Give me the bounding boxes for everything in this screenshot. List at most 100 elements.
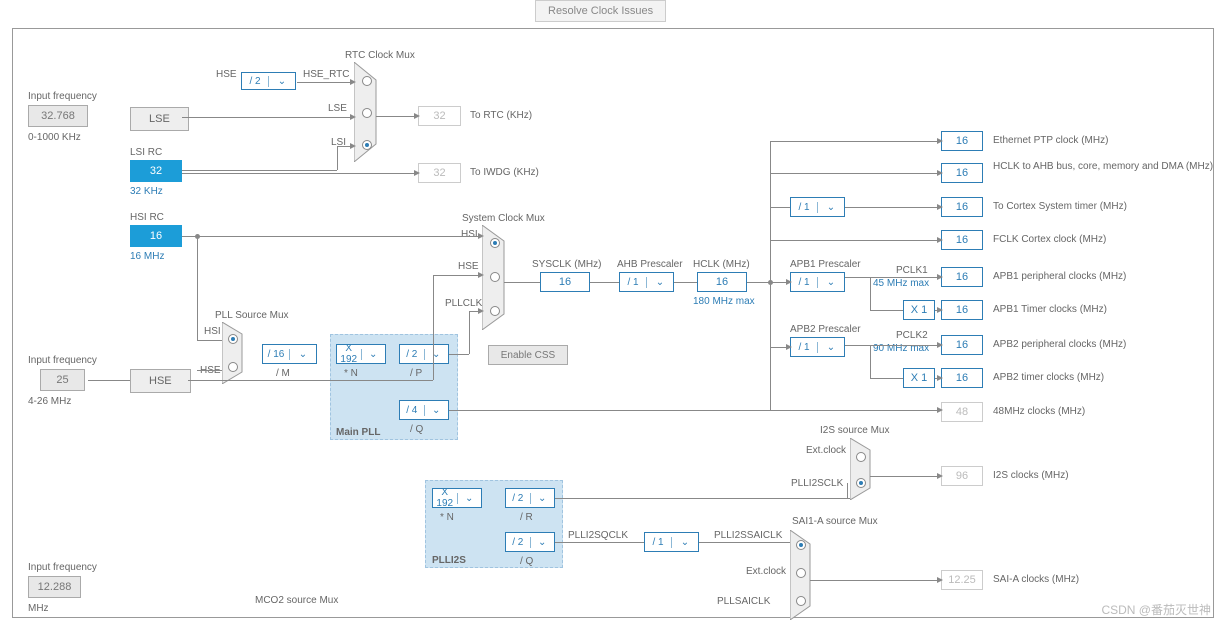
lse-freq-title: Input frequency bbox=[28, 91, 97, 102]
sysclk-radio-hse[interactable] bbox=[490, 272, 500, 282]
out-fclk-val: 16 bbox=[941, 230, 983, 250]
hse-source[interactable]: HSE bbox=[130, 369, 191, 393]
out-usb-val: 48 bbox=[941, 402, 983, 422]
hse-freq-title: Input frequency bbox=[28, 355, 97, 366]
sai-radio-3[interactable] bbox=[796, 596, 806, 606]
watermark: CSDN @番茄灭世神 bbox=[1101, 601, 1211, 618]
lse-source[interactable]: LSE bbox=[130, 107, 189, 131]
mainpll-p[interactable]: / 2⌄ bbox=[399, 344, 449, 364]
rtc-lse-lbl: LSE bbox=[328, 103, 347, 114]
apb2-mult: X 1 bbox=[903, 368, 935, 388]
toolbar: Resolve Clock Issues bbox=[0, 0, 1229, 28]
out-systick-lbl: To Cortex System timer (MHz) bbox=[993, 201, 1127, 212]
pllsrc-mux-shape bbox=[222, 322, 250, 384]
pllsrc-radio-hsi[interactable] bbox=[228, 334, 238, 344]
rtc-radio-hse[interactable] bbox=[362, 76, 372, 86]
sysclk-hse: HSE bbox=[458, 261, 479, 272]
rtc-mux-title: RTC Clock Mux bbox=[345, 50, 415, 61]
out-sai-lbl: SAI-A clocks (MHz) bbox=[993, 574, 1079, 585]
sai-radio-2[interactable] bbox=[796, 568, 806, 578]
sysclk-radio-pll[interactable] bbox=[490, 306, 500, 316]
hsi-note: 16 MHz bbox=[130, 251, 164, 262]
resolve-clock-issues-button[interactable]: Resolve Clock Issues bbox=[535, 0, 666, 22]
plli2s-n[interactable]: X 192⌄ bbox=[432, 488, 482, 508]
lsi-rc-label: LSI RC bbox=[130, 147, 162, 158]
sai-ext: Ext.clock bbox=[746, 566, 786, 577]
mainpll-n[interactable]: X 192⌄ bbox=[336, 344, 386, 364]
systick-div[interactable]: / 1⌄ bbox=[790, 197, 845, 217]
rtc-radio-lse[interactable] bbox=[362, 108, 372, 118]
apb2-pclk: PCLK2 bbox=[896, 330, 928, 341]
hclk-max: 180 MHz max bbox=[693, 296, 755, 307]
rtc-hse-lbl: HSE bbox=[216, 69, 237, 80]
out-fclk-lbl: FCLK Cortex clock (MHz) bbox=[993, 234, 1106, 245]
pllsrc-radio-hse[interactable] bbox=[228, 362, 238, 372]
sai-div[interactable]: / 1⌄ bbox=[644, 532, 699, 552]
out-apb2t-lbl: APB2 timer clocks (MHz) bbox=[993, 372, 1104, 383]
rtc-out-lbl: To RTC (KHz) bbox=[470, 110, 532, 121]
hsi-val: 16 bbox=[130, 225, 182, 247]
out-eth-val: 16 bbox=[941, 131, 983, 151]
sai-radio-1[interactable] bbox=[796, 540, 806, 550]
apb1-pclk: PCLK1 bbox=[896, 265, 928, 276]
pllsrc-title: PLL Source Mux bbox=[215, 310, 289, 321]
iwdg-out-val: 32 bbox=[418, 163, 461, 183]
out-systick-val: 16 bbox=[941, 197, 983, 217]
lsi-note: 32 KHz bbox=[130, 186, 163, 197]
apb2-div[interactable]: / 1⌄ bbox=[790, 337, 845, 357]
plli2s-q[interactable]: / 2⌄ bbox=[505, 532, 555, 552]
out-apb1t-val: 16 bbox=[941, 300, 983, 320]
lsi-val: 32 bbox=[130, 160, 182, 182]
i2smux-shape bbox=[850, 438, 878, 500]
i2smux-pll: PLLI2SCLK bbox=[791, 478, 843, 489]
out-hclk-val: 16 bbox=[941, 163, 983, 183]
sai-pllsai: PLLSAICLK bbox=[717, 596, 770, 607]
i2smux-ext: Ext.clock bbox=[806, 445, 846, 456]
mainpll-q[interactable]: / 4⌄ bbox=[399, 400, 449, 420]
out-i2s-val: 96 bbox=[941, 466, 983, 486]
ahb-div[interactable]: / 1⌄ bbox=[619, 272, 674, 292]
out-apb1t-lbl: APB1 Timer clocks (MHz) bbox=[993, 304, 1107, 315]
sysclk-mux-title: System Clock Mux bbox=[462, 213, 545, 224]
rtc-out-val: 32 bbox=[418, 106, 461, 126]
out-eth-lbl: Ethernet PTP clock (MHz) bbox=[993, 135, 1108, 146]
hse-rtc-lbl: HSE_RTC bbox=[303, 69, 350, 80]
i2smux-radio-ext[interactable] bbox=[856, 452, 866, 462]
plli2s-r-lbl: / R bbox=[520, 512, 533, 523]
apb1-div[interactable]: / 1⌄ bbox=[790, 272, 845, 292]
apb1-title: APB1 Prescaler bbox=[790, 259, 861, 270]
out-hclk-lbl: HCLK to AHB bus, core, memory and DMA (M… bbox=[993, 161, 1133, 172]
plli2s-r[interactable]: / 2⌄ bbox=[505, 488, 555, 508]
hse-freq-range: 4-26 MHz bbox=[28, 396, 71, 407]
out-usb-lbl: 48MHz clocks (MHz) bbox=[993, 406, 1085, 417]
plli2s-title: PLLI2S bbox=[432, 555, 466, 566]
apb1-mult: X 1 bbox=[903, 300, 935, 320]
mco2-title: MCO2 source Mux bbox=[255, 595, 338, 606]
out-i2s-lbl: I2S clocks (MHz) bbox=[993, 470, 1069, 481]
mainpll-p-lbl: / P bbox=[410, 368, 422, 379]
out-apb1p-val: 16 bbox=[941, 267, 983, 287]
iwdg-out-lbl: To IWDG (KHz) bbox=[470, 167, 539, 178]
i2smux-title: I2S source Mux bbox=[820, 425, 889, 436]
lse-freq-value[interactable]: 32.768 bbox=[28, 105, 88, 127]
hclk-lbl: HCLK (MHz) bbox=[693, 259, 750, 270]
sysclk-radio-hsi[interactable] bbox=[490, 238, 500, 248]
enable-css-button[interactable]: Enable CSS bbox=[488, 345, 568, 365]
plli2s-q-lbl: / Q bbox=[520, 556, 533, 567]
pllsrc-m[interactable]: / 16⌄ bbox=[262, 344, 317, 364]
hse-freq-value[interactable]: 25 bbox=[40, 369, 85, 391]
saimux-title: SAI1-A source Mux bbox=[792, 516, 878, 527]
hclk-val: 16 bbox=[697, 272, 747, 292]
out-apb1p-lbl: APB1 peripheral clocks (MHz) bbox=[993, 271, 1126, 282]
rtc-radio-lsi[interactable] bbox=[362, 140, 372, 150]
apb2-title: APB2 Prescaler bbox=[790, 324, 861, 335]
sysclk-hsi: HSI bbox=[461, 229, 478, 240]
rtc-hse-div[interactable]: / 2⌄ bbox=[241, 72, 296, 90]
out-sai-val: 12.25 bbox=[941, 570, 983, 590]
i2smux-radio-pll[interactable] bbox=[856, 478, 866, 488]
pllsrc-m-lbl: / M bbox=[276, 368, 290, 379]
i2s-freq-value[interactable]: 12.288 bbox=[28, 576, 81, 598]
sai-out-lbl: PLLI2SSAICLK bbox=[714, 530, 782, 541]
mainpll-n-lbl: * N bbox=[344, 368, 358, 379]
lse-freq-range: 0-1000 KHz bbox=[28, 132, 81, 143]
